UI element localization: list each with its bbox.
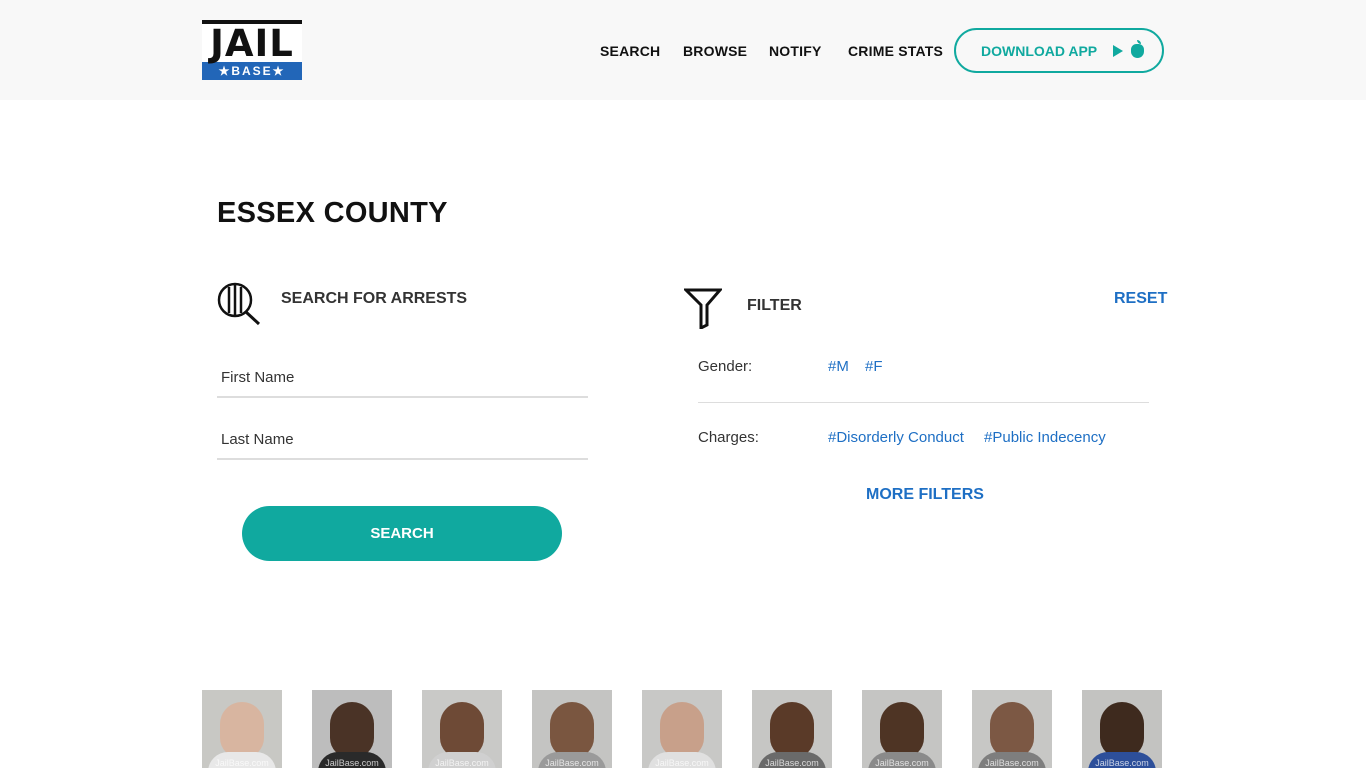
mugshot-thumbnail[interactable]: JailBase.com	[422, 690, 502, 768]
download-app-label: DOWNLOAD APP	[981, 42, 1098, 59]
charge-tag-public-indecency[interactable]: #Public Indecency	[984, 429, 1106, 446]
nav-search[interactable]: SEARCH	[600, 43, 660, 59]
reset-filters-link[interactable]: RESET	[1114, 290, 1167, 308]
nav-notify[interactable]: NOTIFY	[769, 43, 822, 59]
charge-tag-disorderly-conduct[interactable]: #Disorderly Conduct	[828, 429, 964, 446]
first-name-input[interactable]	[217, 358, 588, 398]
mugshot-thumbnail[interactable]: JailBase.com	[202, 690, 282, 768]
mugshot-thumbnail[interactable]: JailBase.com	[972, 690, 1052, 768]
site-header: JAIL ★BASE★ SEARCH BROWSE NOTIFY CRIME S…	[0, 0, 1366, 100]
logo-wordmark: JAIL	[202, 20, 302, 62]
charges-label: Charges:	[698, 429, 759, 446]
jailbase-logo[interactable]: JAIL ★BASE★	[202, 20, 302, 80]
mugshot-thumbnail[interactable]: JailBase.com	[532, 690, 612, 768]
filter-divider	[698, 402, 1149, 403]
search-button[interactable]: SEARCH	[242, 506, 562, 561]
mugshot-thumbnail[interactable]: JailBase.com	[1082, 690, 1162, 768]
last-name-input[interactable]	[217, 420, 588, 460]
nav-crime-stats[interactable]: CRIME STATS	[848, 43, 943, 59]
search-heading: SEARCH FOR ARRESTS	[281, 290, 468, 307]
google-play-icon	[1113, 44, 1124, 57]
nav-browse[interactable]: BROWSE	[683, 43, 747, 59]
more-filters-link[interactable]: MORE FILTERS	[866, 486, 984, 504]
filter-icon	[684, 288, 722, 329]
gender-label: Gender:	[698, 358, 753, 375]
download-app-button[interactable]: DOWNLOAD APP	[954, 28, 1164, 73]
mugshot-thumbnail[interactable]: JailBase.com	[862, 690, 942, 768]
filter-heading: FILTER	[747, 297, 802, 314]
gender-tag-f[interactable]: #F	[865, 358, 883, 375]
page-title: ESSEX COUNTY	[217, 197, 448, 229]
mugshot-thumbnail[interactable]: JailBase.com	[752, 690, 832, 768]
mugshot-thumbnail[interactable]: JailBase.com	[312, 690, 392, 768]
mugshot-thumbnail[interactable]: JailBase.com	[642, 690, 722, 768]
apple-icon	[1131, 39, 1145, 58]
gender-tag-m[interactable]: #M	[828, 358, 849, 375]
magnifier-icon	[217, 282, 261, 326]
